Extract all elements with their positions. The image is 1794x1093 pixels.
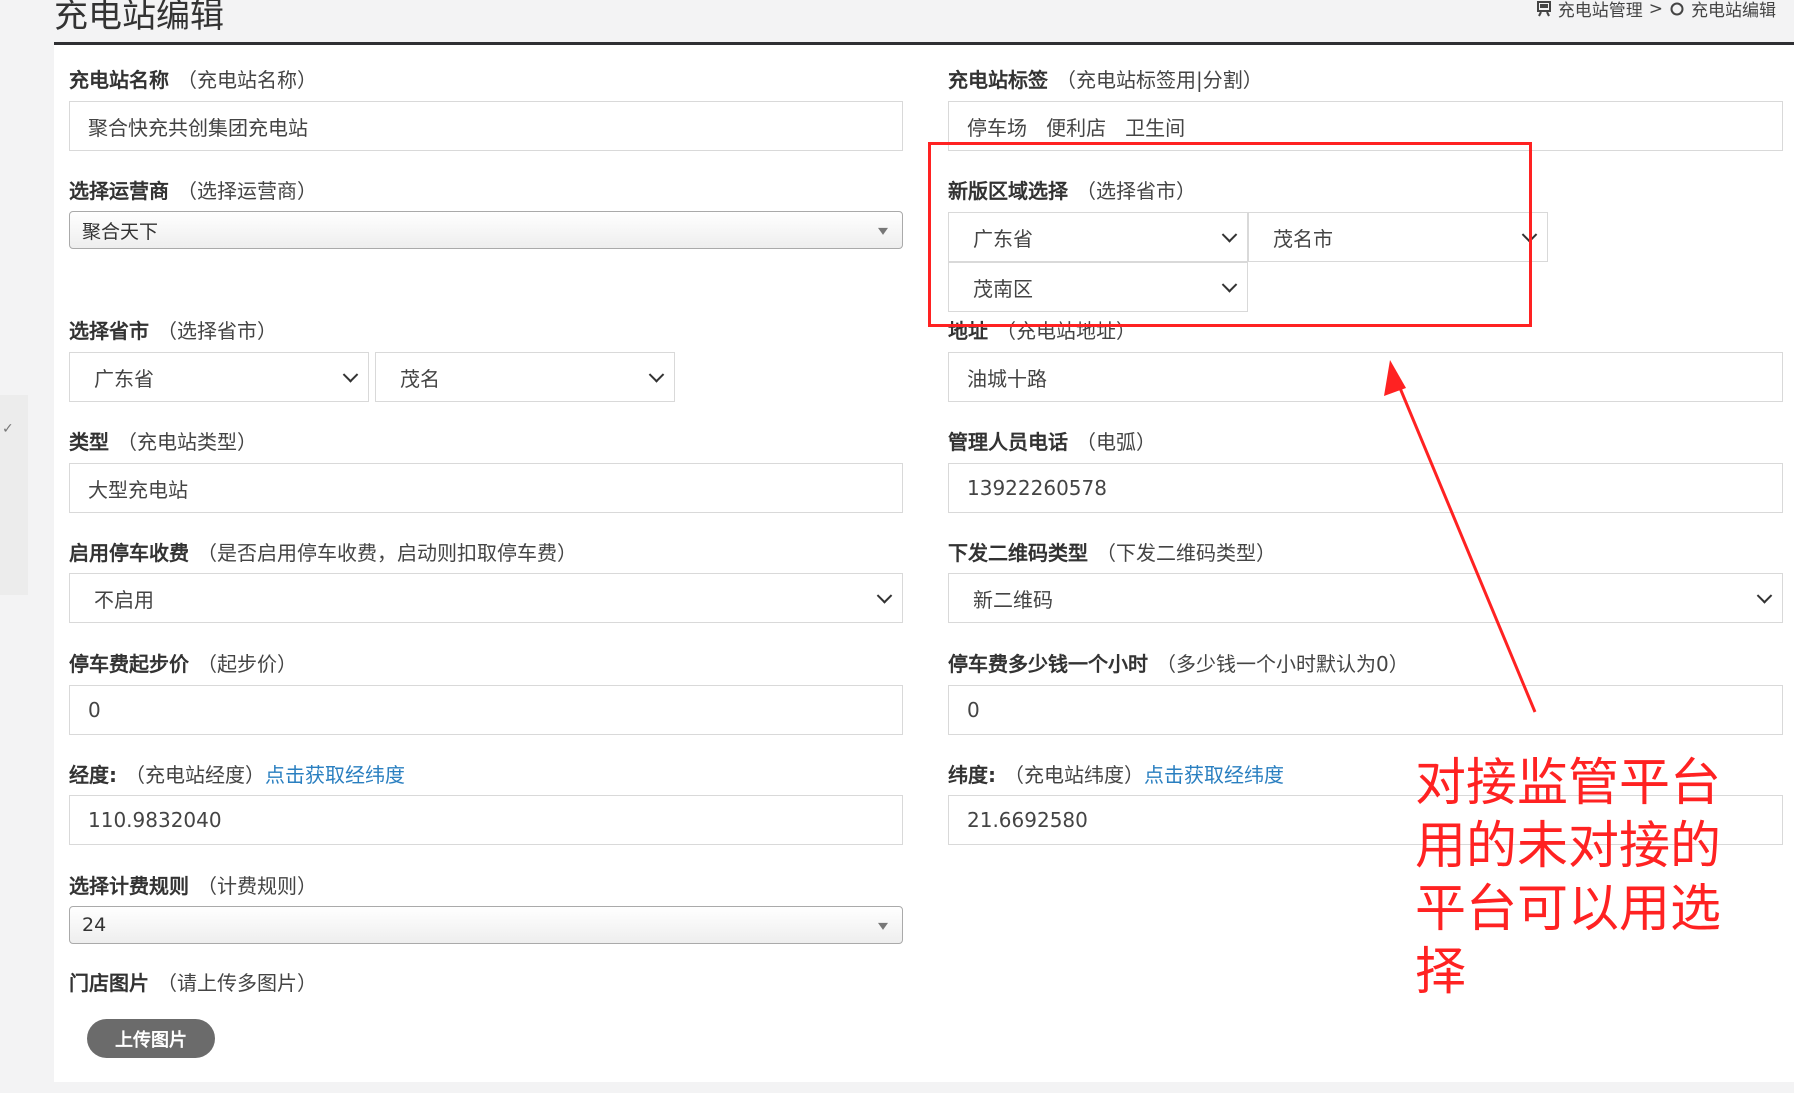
dropdown-arrow-icon	[878, 227, 888, 235]
phone-label: 管理人员电话 （电弧）	[948, 430, 1156, 454]
type-label: 类型 （充电站类型）	[69, 430, 257, 454]
page-title: 充电站编辑	[54, 0, 224, 36]
billing-label: 选择计费规则 （计费规则）	[69, 874, 317, 898]
operator-select[interactable]: 聚合天下	[69, 211, 903, 249]
images-label: 门店图片 （请上传多图片）	[69, 971, 317, 995]
new-region-city-value: 茂名市	[1273, 226, 1333, 251]
start-price-input[interactable]: 0	[69, 685, 903, 735]
new-region-province-value: 广东省	[973, 226, 1033, 251]
chevron-down-icon	[342, 367, 359, 383]
qr-type-label: 下发二维码类型 （下发二维码类型）	[948, 541, 1276, 565]
chevron-down-icon	[1756, 588, 1773, 604]
billing-select[interactable]: 24	[69, 906, 903, 944]
qr-type-value: 新二维码	[973, 587, 1053, 612]
address-input[interactable]: 油城十路	[948, 352, 1783, 402]
sidebar-collapse-tab[interactable]: ✓	[0, 395, 28, 595]
breadcrumb: 充电站管理 > 充电站编辑	[1536, 0, 1776, 21]
start-price-label: 停车费起步价 （起步价）	[69, 652, 297, 676]
chevron-down-icon	[1521, 227, 1538, 243]
operator-value: 聚合天下	[82, 220, 159, 243]
collapse-icon: ✓	[2, 421, 14, 437]
new-region-district-select[interactable]: 茂南区	[948, 262, 1248, 312]
parking-fee-select[interactable]: 不启用	[69, 573, 903, 623]
name-input[interactable]: 聚合快充共创集团充电站	[69, 101, 903, 151]
city-select[interactable]: 茂名	[375, 352, 675, 402]
breadcrumb-parent[interactable]: 充电站管理	[1558, 0, 1643, 21]
breadcrumb-separator: >	[1648, 0, 1663, 19]
new-region-district-value: 茂南区	[973, 276, 1033, 301]
new-region-label: 新版区域选择 （选择省市）	[948, 179, 1196, 203]
city-value: 茂名	[400, 366, 440, 391]
address-label: 地址 （充电站地址）	[948, 319, 1136, 343]
type-input[interactable]: 大型充电站	[69, 463, 903, 513]
qr-type-select[interactable]: 新二维码	[948, 573, 1783, 623]
province-value: 广东省	[94, 366, 154, 391]
hourly-fee-label: 停车费多少钱一个小时 （多少钱一个小时默认为0）	[948, 652, 1409, 676]
chevron-down-icon	[876, 588, 893, 604]
tags-input[interactable]: 停车场 便利店 卫生间	[948, 101, 1783, 151]
billing-value: 24	[82, 914, 107, 936]
chevron-down-icon	[648, 367, 665, 383]
parking-fee-label: 启用停车收费 （是否启用停车收费，启动则扣取停车费）	[69, 541, 577, 565]
parking-fee-value: 不启用	[94, 587, 154, 612]
upload-image-button[interactable]: 上传图片	[87, 1019, 215, 1058]
phone-input[interactable]: 13922260578	[948, 463, 1783, 513]
hourly-fee-input[interactable]: 0	[948, 685, 1783, 735]
annotation-text: 对接监管平台用的未对接的平台可以用选择	[1415, 754, 1722, 1002]
chevron-down-icon	[1221, 227, 1238, 243]
circle-icon	[1670, 2, 1684, 15]
latitude-label: 纬度: （充电站纬度）点击获取经纬度	[948, 763, 1284, 787]
chevron-down-icon	[1221, 277, 1238, 293]
tags-label: 充电站标签 （充电站标签用|分割）	[948, 68, 1263, 92]
longitude-label: 经度: （充电站经度）点击获取经纬度	[69, 763, 405, 787]
province-city-label: 选择省市 （选择省市）	[69, 319, 277, 343]
operator-label: 选择运营商 （选择运营商）	[69, 179, 317, 203]
breadcrumb-current: 充电站编辑	[1691, 1, 1776, 21]
new-region-province-select[interactable]: 广东省	[948, 212, 1248, 262]
new-region-city-select[interactable]: 茂名市	[1248, 212, 1548, 262]
get-coords-link[interactable]: 点击获取经纬度	[265, 763, 405, 787]
dropdown-arrow-icon	[878, 922, 888, 930]
get-coords-link[interactable]: 点击获取经纬度	[1144, 763, 1284, 787]
bottom-bar	[0, 1082, 1794, 1093]
province-select[interactable]: 广东省	[69, 352, 369, 402]
name-label: 充电站名称 （充电站名称）	[69, 68, 317, 92]
dashboard-icon	[1536, 0, 1551, 16]
longitude-input[interactable]: 110.9832040	[69, 795, 903, 845]
